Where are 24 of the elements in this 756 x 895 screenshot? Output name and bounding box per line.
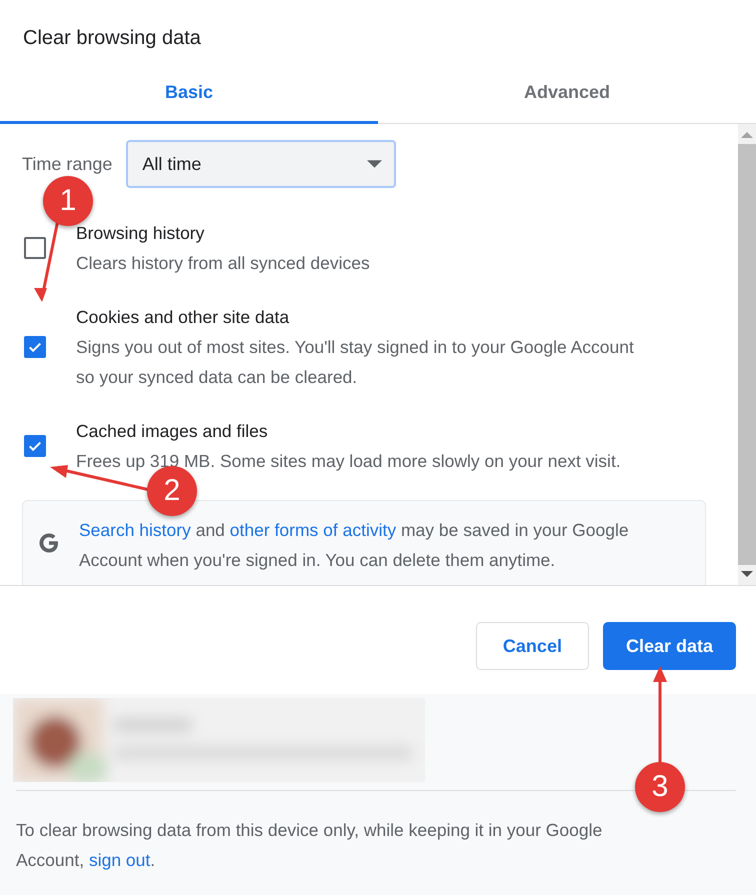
- clear-data-button[interactable]: Clear data: [602, 622, 736, 670]
- option-description: Signs you out of most sites. You'll stay signed in to your Google Account so your synced data can be cleared.: [76, 336, 635, 389]
- link[interactable]: sign out: [88, 850, 150, 870]
- info-text: Search history and other forms of activity may be saved in your Google Account when you're signed in. You can delete them anytime.: [79, 519, 630, 572]
- google-g-icon: [37, 531, 61, 555]
- footer-text: To clear browsing data from this device only, while keeping it in your Google Account, sign out.: [15, 819, 604, 872]
- step-badge: 1: [43, 176, 93, 226]
- scrollbar[interactable]: [738, 124, 756, 585]
- caret-icon: [367, 160, 382, 168]
- checkbox[interactable]: [24, 435, 46, 457]
- field-label: Time range: [22, 154, 112, 174]
- checkbox[interactable]: [24, 336, 46, 358]
- step-badge: 2: [147, 466, 197, 516]
- dialog-title: Clear browsing data: [22, 26, 202, 51]
- option-title: Cookies and other site data: [76, 306, 290, 329]
- time-range-dropdown[interactable]: All time: [126, 140, 396, 188]
- option-title: Cached images and files: [76, 420, 269, 443]
- tab[interactable]: Basic: [0, 63, 378, 124]
- checkbox[interactable]: [24, 237, 46, 259]
- option-description: Clears history from all synced devices: [76, 252, 371, 275]
- tab[interactable]: Advanced: [378, 63, 756, 124]
- cancel-button[interactable]: Cancel: [476, 622, 589, 670]
- link[interactable]: other forms of activity: [230, 520, 396, 540]
- link[interactable]: Search history: [79, 520, 191, 540]
